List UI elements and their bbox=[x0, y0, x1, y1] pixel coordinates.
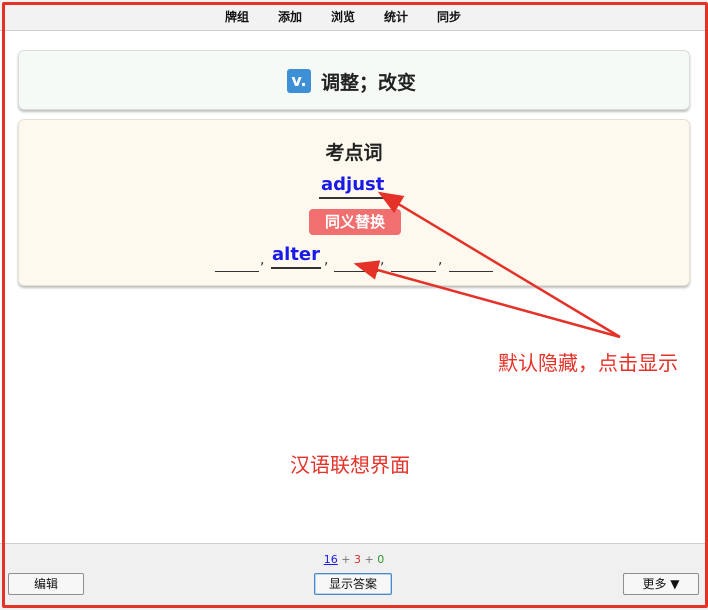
part-of-speech-badge: v. bbox=[287, 69, 311, 93]
review-count: 0 bbox=[377, 553, 385, 566]
menu-browse[interactable]: 浏览 bbox=[331, 8, 355, 25]
hidden-synonym-blank[interactable] bbox=[391, 258, 436, 272]
chinese-meaning: 调整；改变 bbox=[321, 72, 417, 94]
menu-sync[interactable]: 同步 bbox=[437, 8, 461, 25]
synonym-badge: 同义替换 bbox=[309, 209, 401, 235]
meaning-card: v. 调整；改变 bbox=[18, 50, 690, 110]
separator: , bbox=[380, 252, 385, 268]
menu-decks[interactable]: 牌组 bbox=[225, 8, 249, 25]
plus-sign: + bbox=[341, 553, 351, 566]
association-card: 考点词 adjust 同义替换 , alter , , , bbox=[18, 119, 690, 286]
show-answer-button[interactable]: 显示答案 bbox=[314, 573, 392, 595]
annotation-hidden-note: 默认隐藏，点击显示 bbox=[498, 351, 678, 375]
exam-word-title: 考点词 bbox=[325, 142, 383, 164]
new-count[interactable]: 16 bbox=[324, 553, 338, 566]
hidden-synonym-blank[interactable] bbox=[334, 258, 378, 272]
synonym-word[interactable]: alter bbox=[271, 244, 322, 269]
menu-stats[interactable]: 统计 bbox=[384, 8, 408, 25]
card-counts: 16 + 3 + 0 bbox=[0, 553, 708, 566]
separator: , bbox=[438, 252, 443, 268]
plus-sign: + bbox=[364, 553, 374, 566]
separator: , bbox=[260, 252, 265, 268]
top-menu-bar: 牌组 添加 浏览 统计 同步 bbox=[0, 0, 708, 31]
edit-button[interactable]: 编辑 bbox=[8, 573, 84, 595]
exam-keyword[interactable]: adjust bbox=[319, 174, 387, 199]
bottom-bar: 16 + 3 + 0 编辑 显示答案 更多 ▼ bbox=[0, 543, 708, 610]
separator: , bbox=[324, 252, 329, 268]
learn-count: 3 bbox=[354, 553, 361, 566]
more-button[interactable]: 更多 ▼ bbox=[623, 573, 699, 595]
hidden-synonym-blank[interactable] bbox=[215, 258, 259, 272]
annotation-screen-label: 汉语联想界面 bbox=[290, 453, 410, 477]
menu-add[interactable]: 添加 bbox=[278, 8, 302, 25]
hidden-synonym-blank[interactable] bbox=[449, 258, 493, 272]
